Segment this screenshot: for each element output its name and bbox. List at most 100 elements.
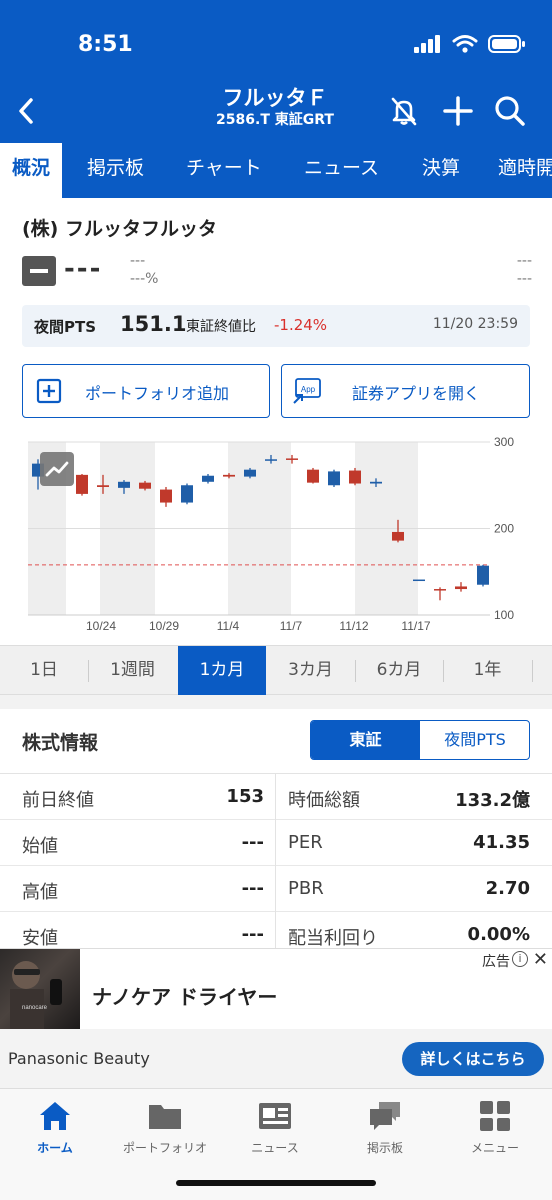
add-portfolio-label: ポートフォリオ追加 [85,384,230,403]
candle-body [160,489,172,503]
stat-value: 2.70 [485,878,530,899]
stock-info-title: 株式情報 [22,732,99,754]
candle-body [307,469,319,483]
ad-brand: Panasonic Beauty [8,1049,150,1068]
folder-icon [147,1099,183,1133]
candle-body [349,470,361,484]
candle-body [181,485,193,503]
stats-divider [275,773,276,948]
alert-button[interactable] [384,91,424,131]
stat-label: PBR [288,878,324,899]
x-tick-label: 11/4 [217,619,240,633]
tab-disclosure[interactable]: 適時開 [498,143,552,198]
seg-night-pts[interactable]: 夜間PTS [420,721,529,759]
stat-value: --- [241,832,264,853]
ad-image[interactable]: nanocare [0,949,80,1029]
ad-banner[interactable]: nanocare ナノケア ドライヤー 広告 i ✕ Panasonic Bea… [0,948,552,1089]
stat-label: 高値 [22,882,58,903]
candle-body [413,579,425,582]
tab-overview[interactable]: 概況 [0,143,62,198]
stat-value: --- [241,924,264,945]
tab-board[interactable]: 掲示板 [87,143,144,198]
stat-row: 前日終値 153 時価総額 133.2億 [0,774,552,820]
nav-label: ニュース [251,1141,299,1155]
newspaper-icon [257,1099,293,1133]
app-header: フルッタＦ 2586.T 東証GRT [0,85,552,143]
x-tick-label: 10/29 [149,619,179,633]
ad-title[interactable]: ナノケア ドライヤー [92,981,277,1010]
ad-image-text: nanocare [22,1005,48,1011]
app-icon-text: App [301,385,316,394]
period-6m[interactable]: 6カ月 [355,646,443,696]
period-1w[interactable]: 1週間 [88,646,177,696]
wifi-icon [452,35,478,53]
home-icon [37,1099,73,1133]
stat-row: 高値 --- PBR 2.70 [0,866,552,912]
ticker-market: 2586.T 東証GRT [216,112,334,128]
nav-label: ポートフォリオ [122,1141,207,1155]
pts-label: 夜間PTS [34,318,97,336]
seg-tse[interactable]: 東証 [311,721,420,759]
trend-line-icon [45,461,69,477]
candle-body [97,485,109,487]
title-block: フルッタＦ 2586.T 東証GRT [170,85,380,129]
company-name: (株) フルッタフルッタ [22,218,217,240]
tab-chart[interactable]: チャート [186,143,262,198]
nav-home[interactable]: ホーム [0,1099,110,1156]
nav-menu[interactable]: メニュー [440,1099,550,1156]
candle-body [455,586,467,590]
period-divider [532,660,533,682]
x-tick-label: 11/7 [280,619,303,633]
stat-value: 153 [226,786,264,807]
grid-icon [477,1099,513,1133]
night-pts-bar: 夜間PTS 151.1 東証終値比 -1.24% 11/20 23:59 [22,305,530,347]
ad-label: 広告 [482,954,510,970]
open-app-button[interactable]: App 証券アプリを開く [281,364,530,418]
y-tick-label: 200 [494,522,514,536]
price-row: --- --- ---% --- --- [22,252,532,292]
ad-cta-button[interactable]: 詳しくはこちら [402,1042,544,1076]
close-icon[interactable]: ✕ [533,949,548,970]
nav-board[interactable]: 掲示板 [330,1099,440,1156]
stat-label: 配当利回り [288,928,378,949]
back-button[interactable] [8,91,44,131]
candle-body [223,474,235,477]
change-value: --- [130,253,146,269]
period-1m[interactable]: 1カ月 [178,646,266,696]
stat-value: 133.2億 [455,790,530,811]
add-portfolio-button[interactable]: ポートフォリオ追加 [22,364,270,418]
change-percent: ---% [130,271,159,287]
price-chart[interactable]: 300 200 100 10/24 10/29 11/4 11/7 11/12 11/17 [0,430,552,640]
extra-top: --- [516,253,532,269]
candlestick-chart: 300 200 100 10/24 10/29 11/4 11/7 11/12 11/17 [28,435,514,633]
bell-off-icon [391,97,417,126]
status-icons [414,34,526,54]
status-bar: 8:51 [0,0,552,85]
info-icon[interactable]: i [512,951,528,967]
search-button[interactable] [490,91,530,131]
stat-value: 41.35 [473,832,530,853]
x-tick-label: 11/12 [339,619,368,633]
stock-stats-table: 前日終値 153 時価総額 133.2億 始値 --- PER 41.35 高値… [0,773,552,953]
ad-footer: Panasonic Beauty 詳しくはこちら [0,1029,552,1089]
candle-body [434,589,446,591]
search-icon [495,96,525,126]
period-1y[interactable]: 1年 [443,646,532,696]
stat-label: 始値 [22,836,58,857]
stat-label: 安値 [22,928,58,949]
nav-news[interactable]: ニュース [220,1099,330,1156]
period-3m[interactable]: 3カ月 [266,646,355,696]
period-1d[interactable]: 1日 [0,646,88,696]
add-button[interactable] [438,91,478,131]
candle-body [370,481,382,484]
plus-icon [443,96,473,126]
chart-mode-button[interactable] [40,452,74,486]
stat-value: 0.00% [467,924,530,945]
stat-row: 始値 --- PER 41.35 [0,820,552,866]
battery-icon [488,35,525,53]
signal-icon [414,35,440,53]
tab-earnings[interactable]: 決算 [422,143,460,198]
tab-news[interactable]: ニュース [304,143,379,198]
price-extra: --- --- [517,252,532,288]
nav-portfolio[interactable]: ポートフォリオ [110,1099,220,1156]
